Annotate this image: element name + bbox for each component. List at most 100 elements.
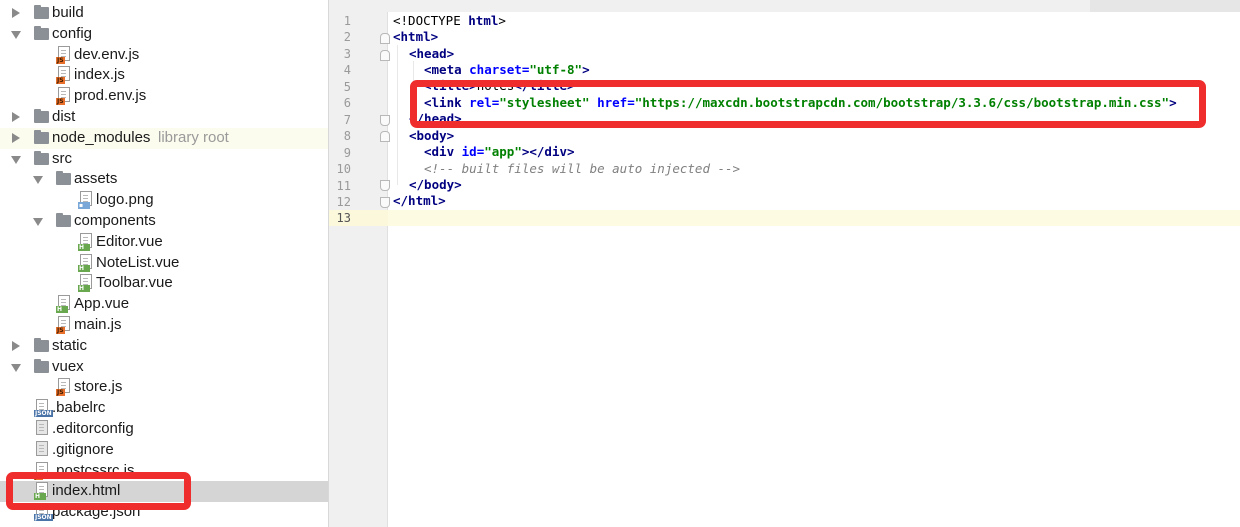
tree-item-label: .babelrc	[52, 399, 106, 417]
vue-file-icon: H	[56, 295, 70, 314]
fold-head-icon[interactable]	[380, 50, 390, 61]
fold-body-end-icon[interactable]	[380, 180, 390, 191]
tree-item-label: vuex	[52, 357, 84, 375]
line-number: 11	[336, 178, 351, 193]
tree-item-label: static	[52, 336, 88, 354]
tree-item-editorconfig[interactable]: .editorconfig	[0, 419, 328, 440]
tree-item-static[interactable]: static	[0, 336, 328, 357]
tree-item-config[interactable]: config	[0, 24, 328, 45]
code-line-9[interactable]: <div id="app"></div>	[424, 144, 575, 160]
tree-item-src[interactable]: src	[0, 149, 328, 170]
code-line-8[interactable]: <body>	[409, 128, 454, 144]
tree-item-app-vue[interactable]: H App.vue	[0, 294, 328, 315]
tree-item-notelist-vue[interactable]: H NoteList.vue	[0, 253, 328, 274]
js-file-icon: JS	[56, 378, 70, 397]
tree-item-label: dist	[52, 108, 76, 125]
code-line-2[interactable]: <html>	[393, 29, 438, 45]
line-number: 10	[336, 162, 351, 177]
tree-item-dist[interactable]: dist	[0, 107, 328, 128]
folder-icon	[34, 129, 49, 144]
tree-item-components[interactable]: components	[0, 211, 328, 232]
id-attr: id=	[461, 144, 485, 159]
doctype-token: <!DOCTYPE	[393, 13, 469, 28]
chevron-down-icon[interactable]	[11, 30, 21, 39]
code-line-12[interactable]: </html>	[393, 193, 446, 209]
id-value: "app"	[484, 144, 522, 159]
editor-tab-strip	[329, 0, 1240, 12]
doctype-close-token: >	[498, 13, 506, 28]
tree-item-vuex[interactable]: vuex	[0, 357, 328, 378]
tree-item-prod-env-js[interactable]: JS prod.env.js	[0, 86, 328, 107]
fold-html-end-icon[interactable]	[380, 197, 390, 208]
code-line-10[interactable]: <!-- built files will be auto injected -…	[424, 161, 740, 177]
tree-item-build[interactable]: build	[0, 3, 328, 24]
tree-item-gitignore[interactable]: .gitignore	[0, 440, 328, 461]
vue-file-icon: H	[78, 274, 92, 293]
folder-icon	[34, 337, 49, 352]
folder-icon	[34, 150, 49, 165]
body-close-tag: </body>	[409, 177, 462, 192]
tree-item-toolbar-vue[interactable]: H Toolbar.vue	[0, 273, 328, 294]
line-number: 4	[343, 63, 351, 78]
chevron-down-icon[interactable]	[33, 218, 43, 226]
js-file-icon: JS	[56, 66, 70, 85]
js-file-icon: JS	[56, 45, 70, 64]
tree-item-editor-vue[interactable]: H Editor.vue	[0, 232, 328, 253]
tree-item-main-js[interactable]: JS main.js	[0, 315, 328, 336]
tree-item-store-js[interactable]: JS store.js	[0, 377, 328, 398]
png-file-icon: ▪	[78, 191, 92, 210]
tree-item-label: prod.env.js	[74, 87, 147, 105]
tab-shadow	[1090, 0, 1240, 12]
highlight-box-link-line	[410, 80, 1206, 128]
doctype-html-token: html	[468, 13, 499, 28]
line-number: 13	[336, 211, 351, 226]
code-line-3[interactable]: <head>	[409, 46, 454, 62]
fold-body-icon[interactable]	[380, 131, 390, 142]
div-tag: <div	[424, 144, 462, 159]
line-number: 9	[343, 145, 351, 160]
js-file-icon: JS	[56, 87, 70, 106]
tree-item-label: assets	[74, 170, 118, 188]
fold-head-end-icon[interactable]	[380, 115, 390, 126]
folder-icon	[34, 358, 49, 373]
text-file-icon	[34, 420, 48, 438]
vue-file-icon: H	[78, 232, 92, 251]
library-root-label: library root	[158, 128, 229, 146]
tree-item-label: components	[74, 212, 156, 229]
tree-item-index-js[interactable]: JS index.js	[0, 65, 328, 86]
indent-guide	[397, 45, 398, 185]
chevron-down-icon[interactable]	[33, 176, 43, 185]
code-line-4[interactable]: <meta charset="utf-8">	[424, 62, 590, 78]
line-number: 7	[343, 112, 351, 127]
tree-item-babelrc[interactable]: JSON .babelrc	[0, 398, 328, 419]
folder-icon	[56, 213, 71, 227]
line-number: 3	[343, 46, 351, 61]
tree-item-dev-env-js[interactable]: JS dev.env.js	[0, 45, 328, 66]
chevron-right-icon[interactable]	[12, 112, 20, 122]
current-line-highlight	[388, 210, 1240, 226]
meta-tag: <meta	[424, 62, 470, 77]
tree-item-label: Editor.vue	[96, 232, 163, 250]
folder-icon	[56, 171, 71, 186]
div-close-tag: ></div>	[521, 144, 575, 159]
code-line-11[interactable]: </body>	[409, 177, 462, 193]
chevron-down-icon[interactable]	[11, 363, 21, 372]
tree-item-label: store.js	[74, 378, 123, 396]
tree-item-assets[interactable]: assets	[0, 169, 328, 190]
chevron-down-icon[interactable]	[11, 155, 21, 164]
tree-item-label: node_modules	[52, 128, 151, 146]
fold-html-icon[interactable]	[380, 33, 390, 44]
tree-item-logo-png[interactable]: ▪ logo.png	[0, 190, 328, 211]
chevron-right-icon[interactable]	[12, 132, 20, 143]
tree-item-node-modules[interactable]: node_modules library root	[0, 127, 328, 149]
charset-attr: charset=	[469, 62, 530, 77]
chevron-right-icon[interactable]	[12, 8, 20, 18]
code-line-1[interactable]: <!DOCTYPE html>	[393, 13, 506, 29]
html-close-tag: </html>	[393, 193, 446, 208]
tree-item-label: App.vue	[74, 295, 130, 313]
chevron-right-icon[interactable]	[12, 340, 20, 351]
line-number: 2	[343, 30, 351, 45]
tree-item-label: dev.env.js	[74, 45, 140, 63]
folder-icon	[34, 109, 49, 123]
line-number: 6	[343, 96, 351, 111]
